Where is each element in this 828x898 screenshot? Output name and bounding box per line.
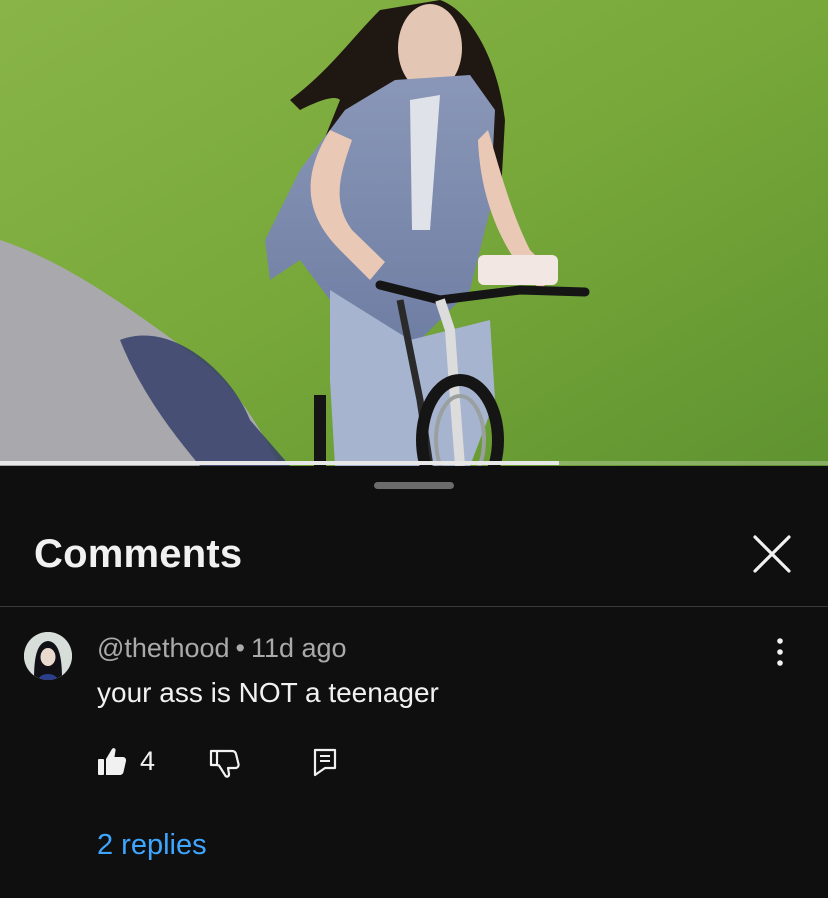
video-frame [0,0,828,466]
video-progress-bar[interactable] [0,461,828,465]
more-options-button[interactable] [764,635,796,671]
comment-time: 11d ago [250,633,347,663]
close-icon [753,535,791,573]
comments-title: Comments [34,532,243,576]
comment-item: @thethood • 11d ago your ass is NOT a teen… [0,607,828,898]
comment-text: your ass is NOT a teenager [97,677,439,708]
like-button[interactable]: 4 [96,743,155,779]
comment-author[interactable]: @thethood [97,633,230,663]
avatar[interactable] [24,632,72,680]
video-player[interactable] [0,0,828,466]
video-progress-fill [0,461,559,465]
sheet-drag-handle[interactable] [374,482,454,489]
thumbs-up-icon [98,748,127,775]
avatar-image [24,632,72,680]
reply-button[interactable] [312,747,338,777]
close-button[interactable] [748,530,796,578]
comments-sheet: Comments @thethood • 11d ago your ass is N… [0,466,828,898]
like-count: 4 [140,745,156,776]
more-vertical-icon [777,638,783,666]
thumbs-down-icon [209,749,240,778]
view-replies-button[interactable]: 2 replies [97,829,207,862]
comment-meta: @thethood • 11d ago [97,633,347,664]
reply-icon [313,748,337,777]
dislike-button[interactable] [208,745,242,779]
meta-separator: • [235,633,245,663]
